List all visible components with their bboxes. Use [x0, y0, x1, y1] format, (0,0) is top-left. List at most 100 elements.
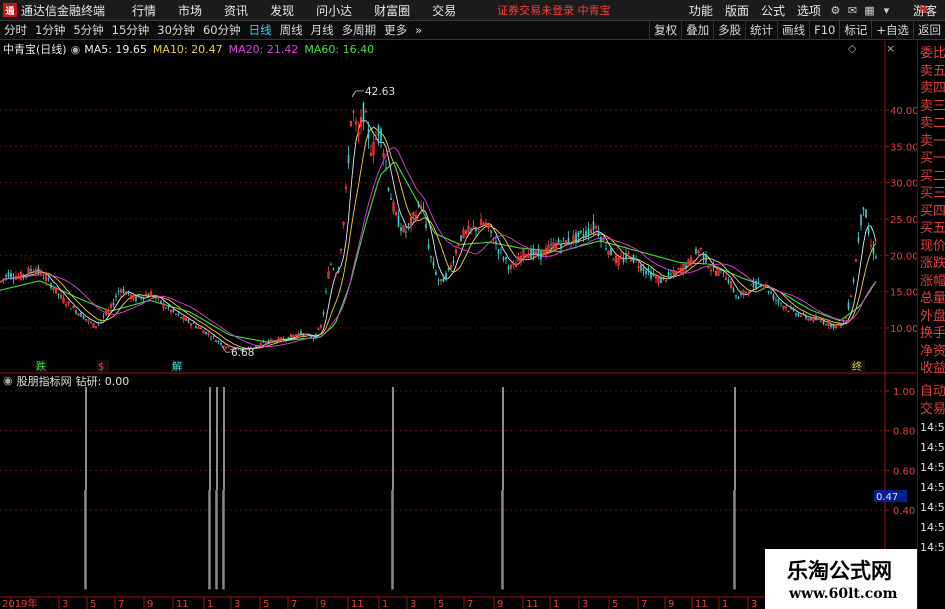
x-axis-label: 5 — [612, 599, 618, 609]
menu-item-wealth[interactable]: 财富圈 — [363, 2, 421, 19]
candle-body — [575, 232, 577, 243]
candle-body — [632, 254, 635, 263]
period-tab-monthly[interactable]: 月线 — [307, 22, 338, 38]
candle-body — [844, 317, 848, 319]
period-tab-5min[interactable]: 5分钟 — [69, 22, 107, 38]
stats-button[interactable]: 统计 — [745, 21, 777, 40]
chevron-right-icon[interactable]: » — [411, 23, 426, 37]
period-tab-30min[interactable]: 30分钟 — [153, 22, 199, 38]
candle-body — [825, 324, 827, 326]
x-axis-label: 3 — [410, 599, 416, 609]
trade-time: 14:56 — [920, 481, 945, 494]
diamond-icon[interactable]: ◇ — [848, 42, 856, 55]
add-watchlist-button[interactable]: +自选 — [871, 21, 913, 40]
main-y-tick-label: 15.00 — [890, 288, 917, 299]
draw-line-button[interactable]: 画线 — [777, 21, 809, 40]
event-marker: 终 — [852, 360, 862, 373]
gear-icon[interactable]: ⚙ — [827, 4, 844, 17]
sub-settings-icon[interactable]: ◉ — [3, 374, 13, 387]
multi-stock-button[interactable]: 多股 — [713, 21, 745, 40]
x-axis-label: 7 — [291, 599, 297, 609]
sub-chart-title: 股朋指标网 — [16, 374, 72, 388]
candle-body — [732, 288, 735, 292]
menu-item-formula[interactable]: 公式 — [755, 2, 791, 19]
chart-title: 中青宝(日线) — [3, 43, 67, 56]
period-tab-15min[interactable]: 15分钟 — [108, 22, 154, 38]
close-icon[interactable]: × — [886, 42, 895, 55]
menu-item-function[interactable]: 功能 — [683, 2, 719, 19]
candle-body — [755, 280, 757, 289]
quote-field-label: 买二 — [920, 168, 945, 184]
candle-body — [865, 209, 867, 218]
period-tab-1min[interactable]: 1分钟 — [31, 22, 69, 38]
candle-body — [447, 267, 450, 270]
menu-item-exchange[interactable]: 市场 — [167, 2, 213, 19]
settings-icon[interactable]: ◉ — [71, 43, 81, 56]
candle-body — [325, 290, 327, 292]
adjust-button[interactable]: 复权 — [649, 21, 681, 40]
main-y-tick-label: 10.00 — [890, 324, 917, 335]
x-axis-label: 1 — [207, 599, 213, 609]
candle-body — [115, 295, 117, 298]
candle-body — [777, 299, 780, 303]
candle-body — [367, 129, 370, 139]
candle-body — [37, 267, 40, 273]
candle-body — [767, 291, 770, 293]
period-tab-60min[interactable]: 60分钟 — [199, 22, 245, 38]
x-axis-label: 11 — [176, 599, 189, 609]
candle-body — [140, 296, 142, 299]
ma60-label: MA60: 16.40 — [304, 42, 375, 56]
auto-trade-label[interactable]: 交易 — [920, 401, 945, 420]
candle-body — [90, 321, 92, 323]
period-tab-more[interactable]: 更多 — [380, 22, 411, 38]
candle-body — [750, 284, 752, 286]
period-tab-daily[interactable]: 日线 — [245, 22, 276, 38]
candle-body — [695, 248, 697, 254]
menu-item-assistant[interactable]: 问小达 — [305, 2, 363, 19]
mark-button[interactable]: 标记 — [839, 21, 871, 40]
period-tab-intraday[interactable]: 分时 — [0, 22, 31, 38]
menu-item-discover[interactable]: 发现 — [259, 2, 305, 19]
overlay-button[interactable]: 叠加 — [681, 21, 713, 40]
menu-item-market[interactable]: 行情 — [121, 2, 167, 19]
candle-body — [505, 257, 507, 260]
candle-body — [587, 227, 590, 236]
candle-body — [712, 265, 715, 269]
menu-item-layout[interactable]: 版面 — [719, 2, 755, 19]
candle-body — [822, 321, 825, 325]
chevron-down-icon[interactable]: ▾ — [878, 4, 895, 17]
candle-body — [192, 322, 195, 324]
kline-chart[interactable]: 42.63 6.68 跌 $ 解 终 10.00 15.00 20.00 25.00 30.00 3… — [0, 41, 917, 609]
period-tab-weekly[interactable]: 周线 — [276, 22, 307, 38]
mail-icon[interactable]: ✉ — [844, 4, 861, 17]
x-axis-label: 9 — [497, 599, 503, 609]
menu-item-news[interactable]: 资讯 — [213, 2, 259, 19]
candle-body — [752, 282, 755, 288]
candle-body — [625, 253, 627, 260]
event-marker: 跌 — [36, 360, 46, 373]
candle-body — [30, 269, 32, 272]
x-axis-label: 5 — [438, 599, 444, 609]
menu-item-trade[interactable]: 交易 — [421, 2, 467, 19]
candle-body — [452, 260, 455, 263]
candle-body — [670, 274, 672, 275]
candle-body — [650, 271, 652, 279]
back-button[interactable]: 返回 — [913, 21, 945, 40]
auto-trade-label[interactable]: 自动 — [920, 383, 945, 402]
candle-body — [735, 295, 737, 297]
period-tab-multi[interactable]: 多周期 — [338, 22, 381, 38]
candle-body — [495, 241, 497, 245]
x-axis-label: 1 — [553, 599, 559, 609]
candle-body — [775, 300, 777, 301]
grid-icon[interactable]: ▦ — [861, 4, 878, 17]
candle-body — [605, 248, 607, 250]
candle-body — [842, 320, 845, 323]
f10-button[interactable]: F10 — [809, 21, 839, 40]
menu-item-options[interactable]: 选项 — [791, 2, 827, 19]
candle-body — [142, 296, 145, 300]
candle-body — [147, 294, 150, 296]
ma10-label: MA10: 20.47 — [152, 42, 223, 56]
trade-time: 14:56 — [920, 421, 945, 434]
candle-body — [652, 273, 655, 276]
highlight-value-label: 0.47 — [876, 492, 898, 503]
